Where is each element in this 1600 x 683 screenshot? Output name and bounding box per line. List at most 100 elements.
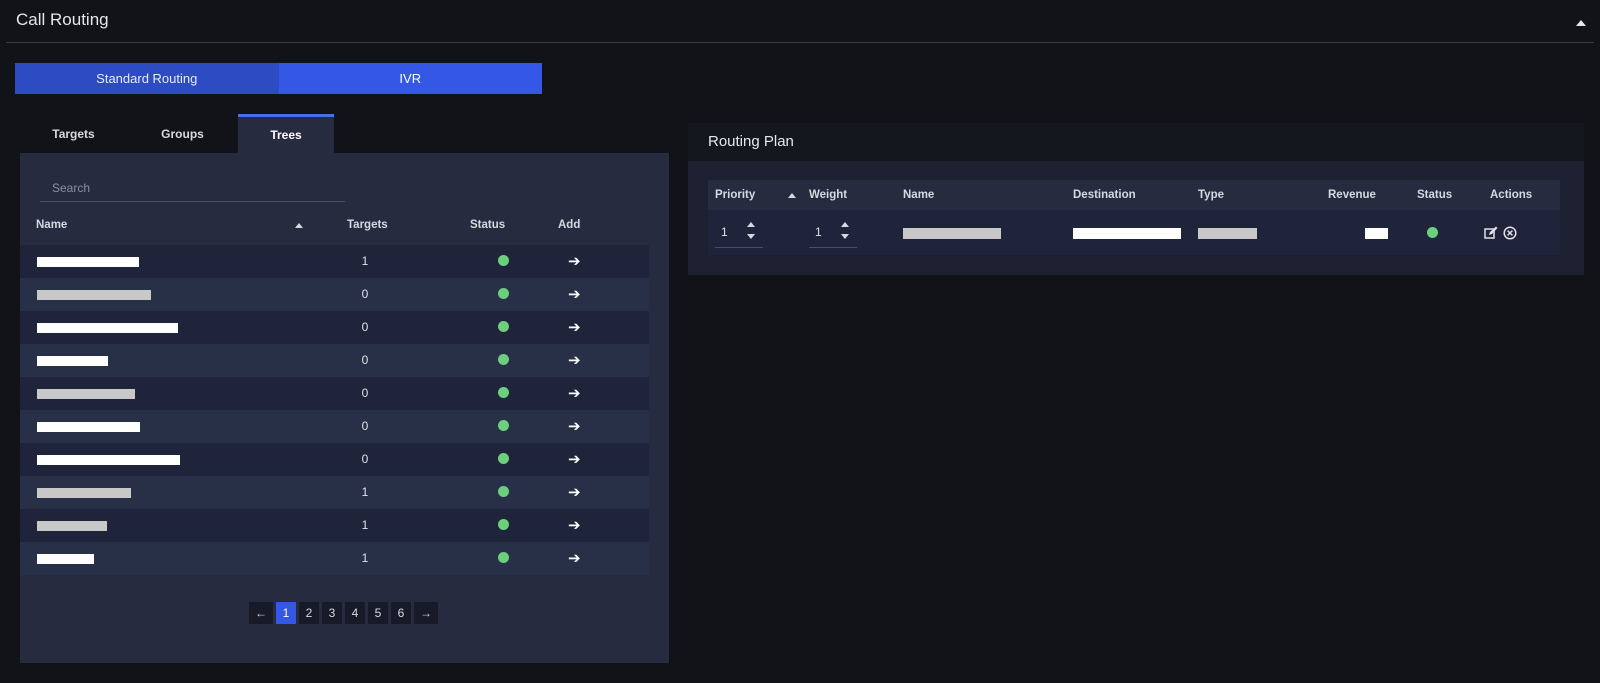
redacted-name: [37, 455, 180, 465]
table-row: 0 ➔: [20, 377, 649, 410]
targets-count: 0: [361, 353, 369, 367]
page: Call Routing Standard Routing IVR Target…: [0, 0, 1600, 683]
targets-count: 0: [361, 419, 369, 433]
column-status: Status: [1417, 189, 1453, 201]
redacted-type: [1198, 228, 1257, 239]
redacted-name: [37, 257, 139, 267]
table-header: Priority Weight Name Destination Type Re…: [708, 180, 1560, 210]
table-row: 0 ➔: [20, 311, 649, 344]
redacted-name: [37, 290, 151, 300]
add-arrow-icon[interactable]: ➔: [568, 318, 581, 336]
redacted-name: [37, 521, 107, 531]
targets-count: 1: [361, 551, 369, 565]
edit-icon[interactable]: [1484, 226, 1498, 240]
add-arrow-icon[interactable]: ➔: [568, 450, 581, 468]
tab-trees[interactable]: Trees: [238, 114, 334, 153]
targets-count: 0: [361, 386, 369, 400]
redacted-name: [37, 323, 178, 333]
column-weight: Weight: [809, 189, 848, 201]
add-arrow-icon[interactable]: ➔: [568, 285, 581, 303]
status-dot-icon: [498, 354, 509, 365]
table-row: 0 ➔: [20, 344, 649, 377]
column-status: Status: [470, 219, 506, 231]
redacted-revenue: [1365, 228, 1388, 239]
trees-list: 1 ➔ 0 ➔ 0 ➔ 0 ➔ 0 ➔ 0 ➔ 0 ➔ 1 ➔ 1 ➔ 1 ➔: [20, 245, 669, 575]
increment-icon[interactable]: [747, 222, 755, 227]
table-row: 0 ➔: [20, 278, 649, 311]
status-dot-icon: [498, 387, 509, 398]
column-revenue: Revenue: [1328, 189, 1376, 201]
column-actions: Actions: [1490, 189, 1533, 201]
page-2-button[interactable]: 2: [299, 602, 319, 624]
status-dot-icon: [1427, 227, 1438, 238]
targets-count: 1: [361, 254, 369, 268]
status-dot-icon: [498, 420, 509, 431]
status-dot-icon: [498, 552, 509, 563]
prev-page-button[interactable]: ←: [249, 602, 273, 624]
page-5-button[interactable]: 5: [368, 602, 388, 624]
targets-count: 0: [361, 452, 369, 466]
targets-count: 1: [361, 485, 369, 499]
routing-plan-table: Priority Weight Name Destination Type Re…: [708, 180, 1560, 255]
page-3-button[interactable]: 3: [322, 602, 342, 624]
increment-icon[interactable]: [841, 222, 849, 227]
trees-panel: Name Targets Status Add 1 ➔ 0 ➔ 0: [20, 153, 669, 663]
column-priority[interactable]: Priority: [715, 189, 755, 201]
remove-circle-icon[interactable]: [1503, 226, 1517, 240]
ivr-button[interactable]: IVR: [278, 63, 542, 94]
priority-stepper[interactable]: 1: [715, 216, 763, 248]
redacted-name: [37, 389, 135, 399]
add-arrow-icon[interactable]: ➔: [568, 351, 581, 369]
table-header: Name Targets Status Add: [20, 213, 669, 239]
column-targets: Targets: [347, 219, 388, 231]
tab-groups[interactable]: Groups: [127, 114, 238, 153]
table-row: 1 1: [708, 210, 1560, 255]
column-name: Name: [903, 189, 935, 201]
add-arrow-icon[interactable]: ➔: [568, 483, 581, 501]
page-6-button[interactable]: 6: [391, 602, 411, 624]
page-4-button[interactable]: 4: [345, 602, 365, 624]
tab-targets[interactable]: Targets: [20, 114, 127, 153]
column-type: Type: [1198, 189, 1224, 201]
status-dot-icon: [498, 486, 509, 497]
status-dot-icon: [498, 288, 509, 299]
redacted-name: [37, 356, 108, 366]
status-dot-icon: [498, 519, 509, 530]
next-page-button[interactable]: →: [414, 602, 438, 624]
add-arrow-icon[interactable]: ➔: [568, 384, 581, 402]
sort-ascending-icon[interactable]: [295, 223, 303, 228]
pagination: ← 1 2 3 4 5 6 →: [249, 602, 438, 624]
targets-count: 0: [361, 287, 369, 301]
standard-routing-button[interactable]: Standard Routing: [15, 63, 279, 94]
tab-bar: Targets Groups Trees: [20, 114, 334, 153]
redacted-name: [37, 488, 131, 498]
table-row: 1 ➔: [20, 245, 649, 278]
add-arrow-icon[interactable]: ➔: [568, 549, 581, 567]
column-destination: Destination: [1073, 189, 1136, 201]
targets-count: 0: [361, 320, 369, 334]
add-arrow-icon[interactable]: ➔: [568, 516, 581, 534]
decrement-icon[interactable]: [747, 234, 755, 239]
weight-value: 1: [815, 225, 822, 239]
redacted-name: [903, 228, 1001, 239]
priority-value: 1: [721, 225, 728, 239]
status-dot-icon: [498, 321, 509, 332]
weight-stepper[interactable]: 1: [809, 216, 857, 248]
add-arrow-icon[interactable]: ➔: [568, 252, 581, 270]
routing-plan-header: Routing Plan: [688, 123, 1584, 161]
status-dot-icon: [498, 453, 509, 464]
targets-count: 1: [361, 518, 369, 532]
add-arrow-icon[interactable]: ➔: [568, 417, 581, 435]
section-title: Call Routing: [16, 10, 109, 29]
search-input[interactable]: [40, 174, 345, 202]
redacted-name: [37, 554, 94, 564]
column-name[interactable]: Name: [36, 219, 67, 231]
decrement-icon[interactable]: [841, 234, 849, 239]
table-row: 1 ➔: [20, 509, 649, 542]
routing-type-switch: Standard Routing IVR: [15, 63, 542, 94]
section-header: Call Routing: [6, 0, 1594, 43]
page-1-button[interactable]: 1: [276, 602, 296, 624]
sort-ascending-icon[interactable]: [788, 193, 796, 198]
collapse-caret-icon[interactable]: [1576, 20, 1586, 26]
table-row: 1 ➔: [20, 476, 649, 509]
